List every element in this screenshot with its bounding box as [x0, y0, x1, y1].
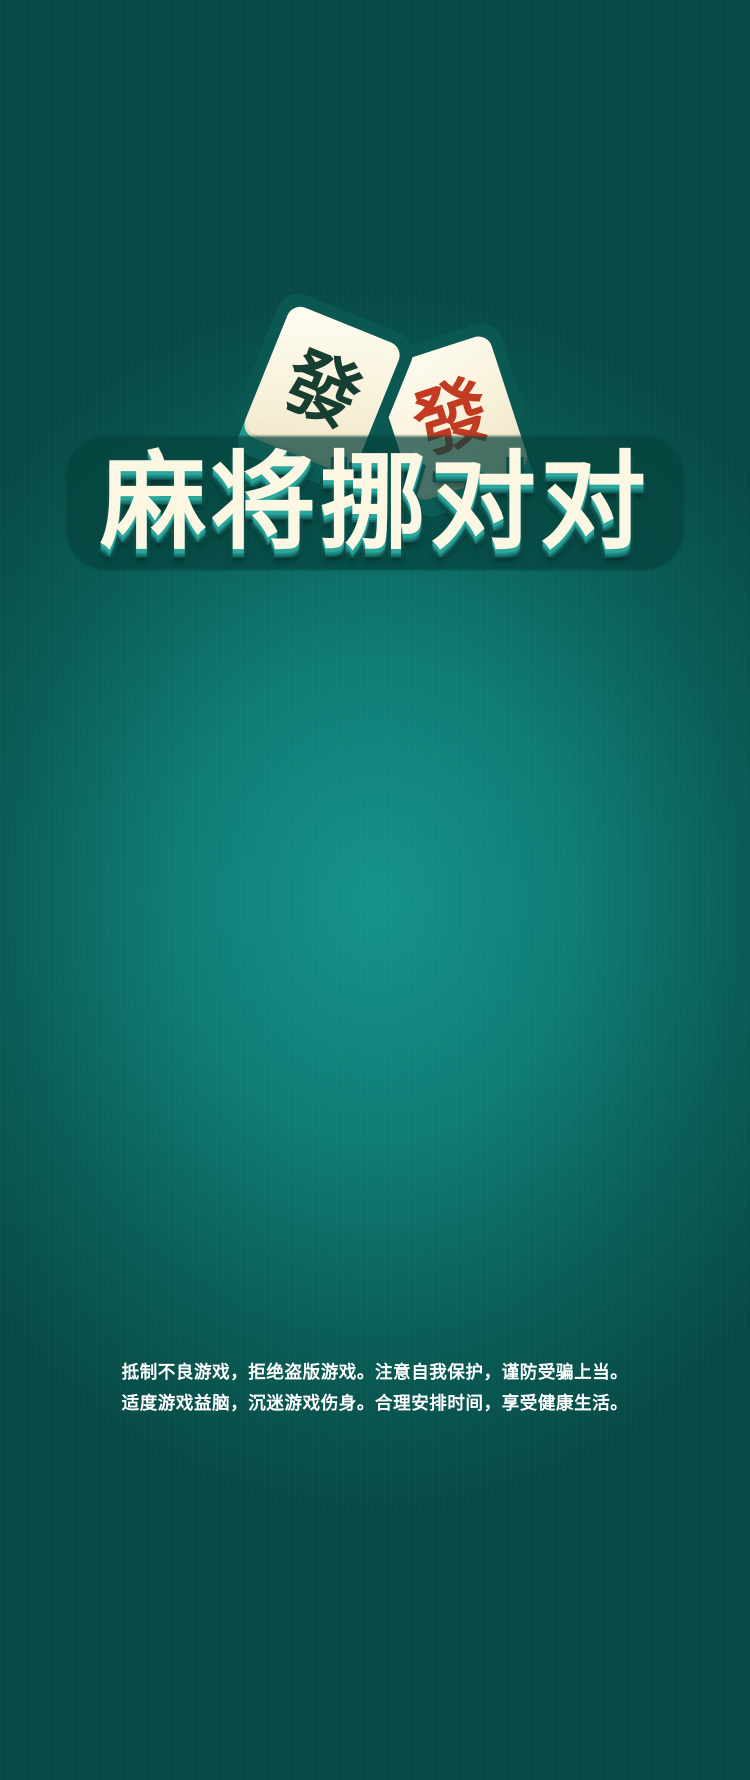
- notice-line-2: 适度游戏益脑，沉迷游戏伤身。合理安排时间，享受健康生活。: [121, 1394, 629, 1414]
- game-title: 麻将挪对对: [100, 441, 650, 564]
- title-wrap: 麻将挪对对: [62, 428, 688, 578]
- tile-glyph: 發: [271, 336, 373, 444]
- notice-line-1: 抵制不良游戏，拒绝盗版游戏。注意自我保护，谨防受骗上当。: [121, 1363, 629, 1383]
- game-logo: 發 發 麻将挪对对: [62, 286, 688, 590]
- health-gaming-notice: 抵制不良游戏，拒绝盗版游戏。注意自我保护，谨防受骗上当。 适度游戏益脑，沉迷游戏…: [0, 1358, 750, 1420]
- background: [0, 0, 750, 1780]
